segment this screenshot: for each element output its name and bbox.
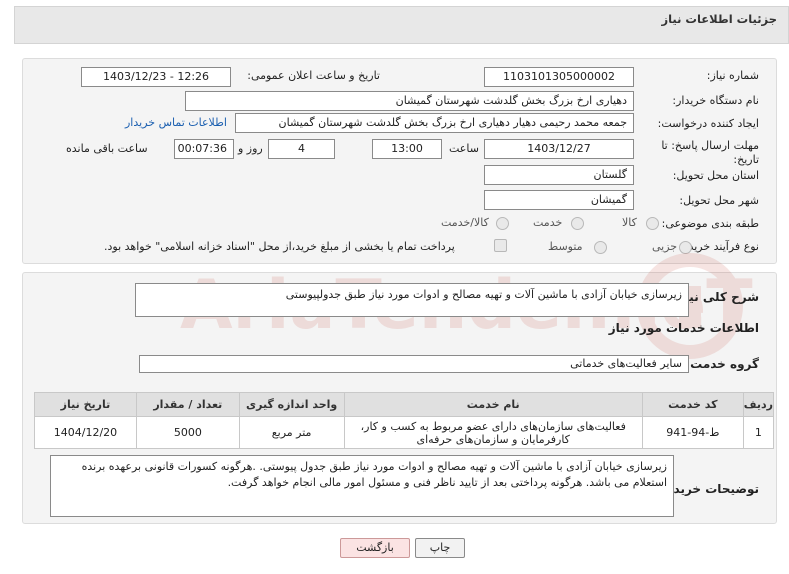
- page-title: جزئیات اطلاعات نیاز: [661, 12, 777, 26]
- announce-date-field: 1403/12/23 - 12:26: [81, 67, 231, 87]
- buyer-notes-textarea[interactable]: زیرسازی خیابان آزادی با ماشین آلات و تهی…: [50, 455, 674, 517]
- buyer-org-label: نام دستگاه خریدار:: [672, 94, 759, 107]
- cell-unit: متر مربع: [238, 416, 345, 449]
- days-label: روز و: [238, 142, 263, 155]
- buyer-notes-text: زیرسازی خیابان آزادی با ماشین آلات و تهی…: [81, 460, 667, 489]
- category-option-goods-service: کالا/خدمت: [441, 216, 489, 229]
- deadline-label: مهلت ارسال پاسخ: تا تاریخ:: [661, 139, 759, 166]
- deadline-time-label: ساعت: [449, 142, 479, 155]
- category-radio-service[interactable]: [571, 217, 584, 230]
- services-section-title: اطلاعات خدمات مورد نیاز: [608, 321, 759, 335]
- cell-qty: 5000: [135, 416, 240, 449]
- cell-code: ط-94-941: [641, 416, 744, 449]
- category-option-goods: کالا: [622, 216, 637, 229]
- deadline-time-field: 13:00: [372, 139, 442, 159]
- col-unit: واحد اندازه گیری: [238, 392, 345, 417]
- city-field: گمیشان: [484, 190, 634, 210]
- province-field: گلستان: [484, 165, 634, 185]
- services-table: ردیف کد خدمت نام خدمت واحد اندازه گیری ت…: [34, 392, 775, 449]
- cell-name: فعالیت‌های سازمان‌های دارای عضو مربوط به…: [343, 416, 643, 449]
- category-radio-goods[interactable]: [646, 217, 659, 230]
- table-row: 1 ط-94-941 فعالیت‌های سازمان‌های دارای ع…: [34, 416, 775, 449]
- announce-date-label: تاریخ و ساعت اعلان عمومی:: [247, 69, 380, 82]
- need-number-field: 1103101305000002: [484, 67, 634, 87]
- col-date: تاریخ نیاز: [34, 392, 137, 417]
- service-group-label: گروه خدمت:: [685, 357, 759, 371]
- buyer-contact-link[interactable]: اطلاعات تماس خریدار: [125, 116, 227, 129]
- cell-date: 1404/12/20: [34, 416, 137, 449]
- col-qty: تعداد / مقدار: [135, 392, 240, 417]
- remaining-time-field: 00:07:36: [174, 139, 234, 159]
- col-code: کد خدمت: [641, 392, 744, 417]
- province-label: استان محل تحویل:: [672, 169, 759, 182]
- city-label: شهر محل تحویل:: [679, 194, 759, 207]
- description-text: زیرسازی خیابان آزادی با ماشین آلات و تهی…: [285, 288, 682, 301]
- cell-row: 1: [742, 416, 775, 449]
- need-number-label: شماره نیاز:: [706, 69, 759, 82]
- col-row: ردیف: [742, 392, 775, 417]
- buyer-org-field: دهیاری ارخ بزرگ بخش گلدشت شهرستان گمیشان: [185, 91, 634, 111]
- col-name: نام خدمت: [343, 392, 643, 417]
- days-field: 4: [268, 139, 335, 159]
- remaining-time-label: ساعت باقی مانده: [66, 142, 148, 155]
- service-group-field: سایر فعالیت‌های خدماتی: [139, 355, 689, 373]
- creator-label: ایجاد کننده درخواست:: [657, 117, 759, 130]
- deadline-date-field: 1403/12/27: [484, 139, 634, 159]
- category-label: طبقه بندی موضوعی:: [661, 217, 759, 230]
- back-button[interactable]: بازگشت: [340, 538, 410, 558]
- category-option-service: خدمت: [533, 216, 563, 229]
- category-radio-goods-service[interactable]: [496, 217, 509, 230]
- print-button[interactable]: چاپ: [415, 538, 465, 558]
- services-table-header: ردیف کد خدمت نام خدمت واحد اندازه گیری ت…: [34, 392, 775, 417]
- creator-field: جمعه محمد رحیمی دهیار دهیاری ارخ بزرگ بخ…: [235, 113, 634, 133]
- description-textarea[interactable]: زیرسازی خیابان آزادی با ماشین آلات و تهی…: [135, 283, 689, 317]
